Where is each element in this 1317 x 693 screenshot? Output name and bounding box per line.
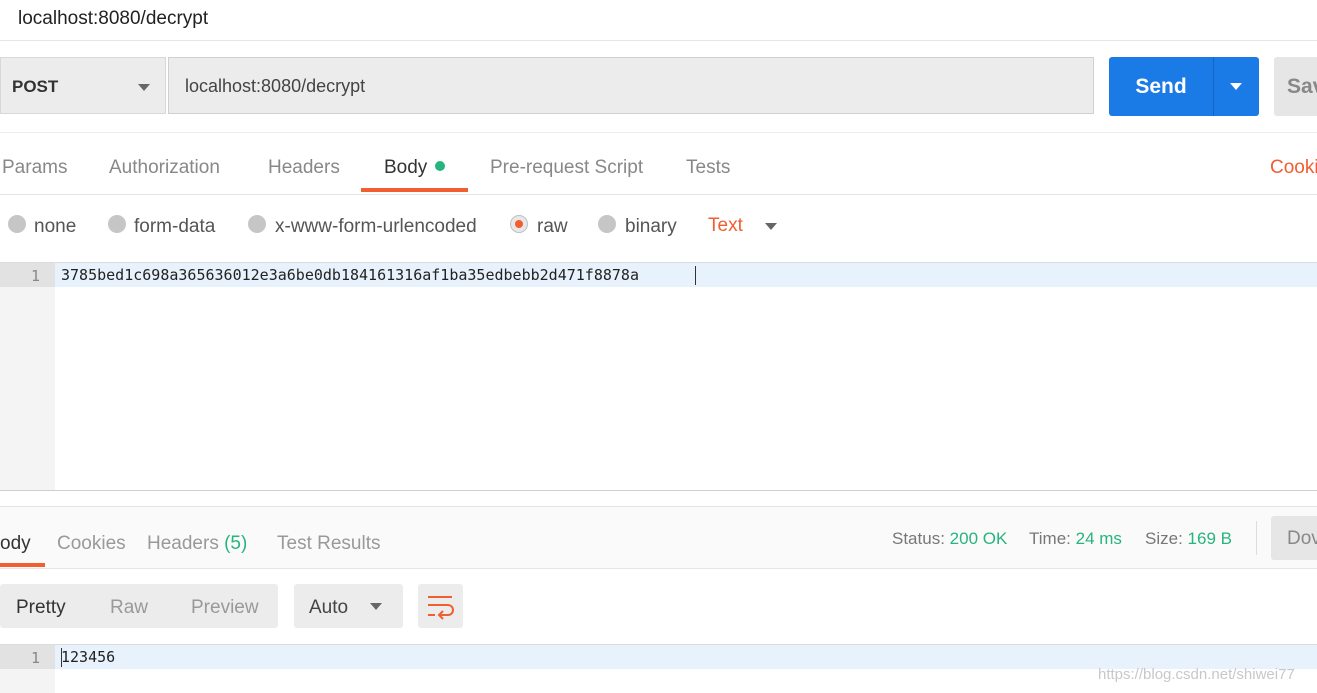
- chevron-down-icon[interactable]: [765, 223, 777, 230]
- request-title-bar: localhost:8080/decrypt: [0, 0, 1317, 41]
- chevron-down-icon: [370, 603, 382, 610]
- body-indicator-dot: [435, 161, 446, 171]
- radio-form-data-label[interactable]: form-data: [134, 216, 215, 238]
- response-format-value: Auto: [309, 597, 349, 618]
- tab-body[interactable]: Body: [384, 157, 446, 179]
- time-value: 24 ms: [1075, 529, 1122, 548]
- request-title: localhost:8080/decrypt: [18, 8, 209, 29]
- text-cursor: [695, 266, 696, 285]
- tab-authorization[interactable]: Authorization: [109, 157, 220, 179]
- radio-form-data[interactable]: [108, 215, 126, 233]
- method-select[interactable]: POST: [0, 57, 166, 114]
- tab-params[interactable]: Params: [2, 157, 67, 179]
- request-body-editor[interactable]: 1 3785bed1c698a365636012e3a6be0db1841613…: [0, 262, 1317, 491]
- tab-body-label: Body: [384, 157, 428, 178]
- size-info: Size: 169 B: [1145, 529, 1232, 549]
- send-options-button[interactable]: [1213, 57, 1259, 116]
- status-info: Status: 200 OK: [892, 529, 1007, 549]
- save-label: Sav: [1287, 75, 1317, 98]
- view-raw[interactable]: Raw: [110, 597, 148, 619]
- chevron-down-icon: [1230, 83, 1242, 90]
- url-value: localhost:8080/decrypt: [185, 76, 366, 96]
- response-body-text[interactable]: 123456: [61, 648, 115, 666]
- method-value: POST: [12, 77, 59, 96]
- chevron-down-icon: [138, 84, 150, 91]
- send-button[interactable]: Send: [1109, 57, 1213, 116]
- view-mode-switch: Pretty Raw Preview: [0, 584, 278, 628]
- radio-binary[interactable]: [598, 215, 616, 233]
- divider: [1256, 521, 1257, 555]
- radio-raw-label[interactable]: raw: [537, 216, 568, 238]
- line-number: 1: [30, 649, 40, 667]
- time-info: Time: 24 ms: [1029, 529, 1122, 549]
- line-number: 1: [30, 267, 40, 285]
- request-tabs: Params Authorization Headers Body Pre-re…: [0, 132, 1317, 195]
- url-input[interactable]: localhost:8080/decrypt: [168, 57, 1094, 114]
- radio-urlencoded[interactable]: [248, 215, 266, 233]
- send-label: Send: [1135, 75, 1187, 98]
- radio-none-label[interactable]: none: [34, 216, 76, 238]
- active-tab-underline: [361, 188, 468, 192]
- size-label: Size:: [1145, 529, 1183, 548]
- radio-binary-label[interactable]: binary: [625, 216, 677, 238]
- download-label: Dov: [1287, 528, 1317, 549]
- status-value: 200 OK: [949, 529, 1008, 548]
- tab-headers[interactable]: Headers: [268, 157, 340, 179]
- size-value: 169 B: [1187, 529, 1232, 548]
- tab-response-headers[interactable]: Headers (5): [147, 533, 247, 555]
- radio-raw[interactable]: [510, 215, 528, 233]
- tab-pre-request-script[interactable]: Pre-request Script: [490, 157, 643, 179]
- tab-tests[interactable]: Tests: [686, 157, 730, 179]
- watermark: https://blog.csdn.net/shiwei77: [1098, 666, 1295, 683]
- response-format-select[interactable]: Auto: [294, 584, 403, 628]
- cookies-link[interactable]: Cooki: [1270, 157, 1317, 179]
- body-type-options: none form-data x-www-form-urlencoded raw…: [0, 195, 1317, 261]
- status-label: Status:: [892, 529, 945, 548]
- raw-format-select[interactable]: Text: [708, 215, 743, 237]
- headers-count-badge: (5): [224, 533, 248, 554]
- line-gutter: [0, 263, 55, 490]
- download-button[interactable]: Dov: [1271, 516, 1317, 560]
- text-cursor: [61, 648, 62, 667]
- active-response-tab-underline: [0, 563, 45, 567]
- tab-test-results[interactable]: Test Results: [277, 533, 380, 555]
- tab-response-cookies[interactable]: Cookies: [57, 533, 126, 555]
- view-preview[interactable]: Preview: [191, 597, 259, 619]
- response-tabs: ody Cookies Headers (5) Test Results Sta…: [0, 506, 1317, 569]
- wrap-lines-icon: [428, 596, 454, 620]
- time-label: Time:: [1029, 529, 1071, 548]
- tab-response-body[interactable]: ody: [0, 533, 31, 555]
- radio-urlencoded-label[interactable]: x-www-form-urlencoded: [275, 216, 477, 238]
- request-body-text[interactable]: 3785bed1c698a365636012e3a6be0db184161316…: [61, 266, 639, 284]
- wrap-lines-button[interactable]: [418, 584, 463, 628]
- save-button[interactable]: Sav: [1274, 57, 1317, 116]
- tab-response-headers-label: Headers: [147, 533, 219, 554]
- view-pretty[interactable]: Pretty: [16, 597, 66, 619]
- radio-none[interactable]: [8, 215, 26, 233]
